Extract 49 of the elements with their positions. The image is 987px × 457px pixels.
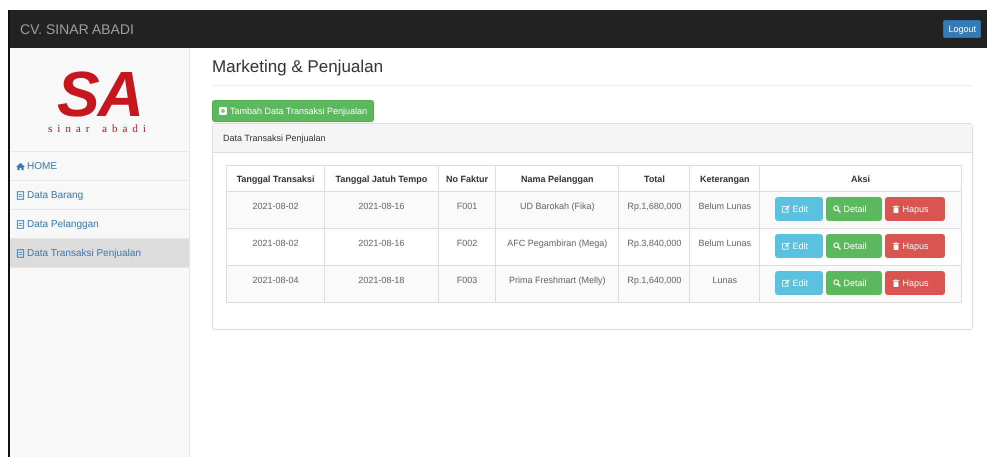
page-title: Marketing & Penjualan <box>212 54 973 86</box>
table-cell: Rp.1,680,000 <box>618 192 690 228</box>
document-icon <box>16 220 25 228</box>
logout-button[interactable]: Logout <box>943 20 981 38</box>
detail-button[interactable]: Detail <box>826 197 882 221</box>
edit-icon <box>782 242 790 250</box>
trash-icon <box>892 279 900 287</box>
search-icon <box>833 279 842 287</box>
table-cell: 2021-08-02 <box>226 192 325 228</box>
table-cell: Lunas <box>690 266 760 302</box>
table-cell: 2021-08-18 <box>324 266 438 302</box>
logo-letters: SA <box>57 64 142 122</box>
delete-button[interactable]: Hapus <box>885 197 946 221</box>
delete-button[interactable]: Hapus <box>885 271 946 295</box>
search-icon <box>833 205 842 213</box>
search-icon <box>833 242 842 250</box>
sidebar-item[interactable]: Data Transaksi Penjualan <box>10 239 189 268</box>
column-header: Aksi <box>759 166 962 192</box>
edit-icon <box>782 205 790 213</box>
table-cell: 2021-08-04 <box>226 266 325 302</box>
trash-icon <box>892 205 900 213</box>
add-transaction-button[interactable]: Tambah Data Transaksi Penjualan <box>212 100 374 122</box>
logo-tagline: sinar abadi <box>48 122 151 134</box>
table-cell: Rp.1,640,000 <box>618 266 690 302</box>
table-cell: F003 <box>438 266 496 302</box>
home-icon <box>16 162 25 170</box>
sidebar-item[interactable]: HOME <box>10 152 189 181</box>
detail-button[interactable]: Detail <box>826 271 882 295</box>
detail-button[interactable]: Detail <box>826 234 882 258</box>
edit-button[interactable]: Edit <box>775 197 824 221</box>
panel-heading: Data Transaksi Penjualan <box>213 124 972 153</box>
delete-button[interactable]: Hapus <box>885 234 946 258</box>
edit-icon <box>782 279 790 287</box>
document-icon <box>16 190 25 200</box>
document-icon <box>16 248 25 258</box>
table-cell: Belum Lunas <box>690 192 760 228</box>
plus-icon <box>219 107 227 115</box>
edit-button[interactable]: Edit <box>775 271 824 295</box>
table-cell: Prima Freshmart (Melly) <box>496 266 619 302</box>
brand-name[interactable]: CV. SINAR ABADI <box>20 21 134 37</box>
trash-icon <box>892 242 900 250</box>
table-cell: 2021-08-16 <box>324 192 438 228</box>
column-header: Tanggal Jatuh Tempo <box>324 166 438 192</box>
table-cell: UD Barokah (Fika) <box>496 192 619 228</box>
sidebar-item[interactable]: Data Barang <box>10 181 189 210</box>
table-cell: F001 <box>438 192 496 228</box>
column-header: Nama Pelanggan <box>496 166 619 192</box>
edit-button[interactable]: Edit <box>775 234 824 258</box>
column-header: Tanggal Transaksi <box>226 166 325 192</box>
